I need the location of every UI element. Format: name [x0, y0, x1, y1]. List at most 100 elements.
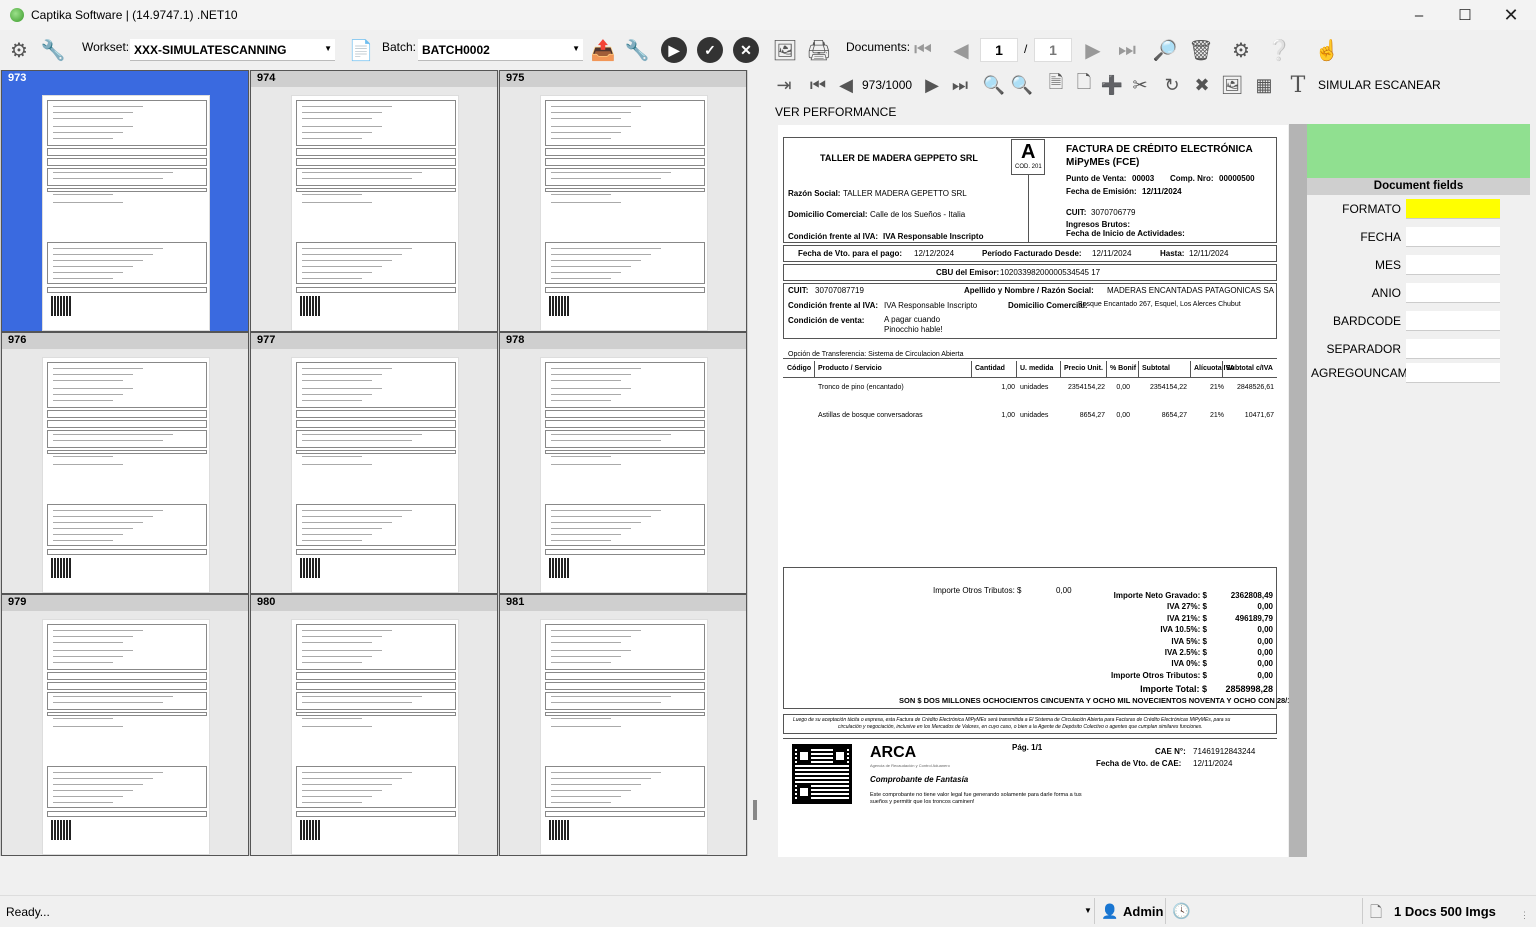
cut-icon[interactable]: ✂ — [1128, 72, 1152, 98]
ver-performance-link[interactable]: VER PERFORMANCE — [775, 105, 896, 119]
field-input-fecha[interactable] — [1406, 227, 1500, 247]
simular-escanear-button[interactable]: SIMULAR ESCANEAR — [1318, 78, 1441, 92]
emision-value: 12/11/2024 — [1142, 187, 1182, 196]
splitter-handle[interactable] — [753, 800, 757, 820]
status-dropdown-icon[interactable]: ▼ — [1084, 906, 1092, 915]
field-input-agregouncam[interactable] — [1406, 363, 1500, 383]
pv-label: Punto de Venta: — [1066, 174, 1127, 183]
workset-select[interactable]: XXX-SIMULATESCANNING ▼ — [130, 39, 335, 61]
minimize-button[interactable]: – — [1396, 0, 1442, 30]
field-input-bardcode[interactable] — [1406, 311, 1500, 331]
settings-gears-icon[interactable]: ⚙ — [4, 36, 34, 64]
cli-venta-label: Condición de venta: — [788, 316, 865, 325]
scan-settings-icon[interactable]: 🖨 — [804, 36, 834, 64]
thumbnail-tile[interactable]: 978 — [499, 332, 747, 594]
remove-page-icon[interactable]: ✖ — [1190, 72, 1214, 98]
cae-vto-value: 12/11/2024 — [1193, 759, 1233, 768]
text-icon[interactable]: T — [1286, 72, 1310, 98]
maximize-button[interactable]: ☐ — [1442, 0, 1488, 30]
main-toolbar: ⚙ 🔧 Workset: XXX-SIMULATESCANNING ▼ 📄 Bat… — [0, 30, 1536, 70]
user-panel[interactable]: 👤 Admin — [1094, 898, 1163, 924]
field-input-separador[interactable] — [1406, 339, 1500, 359]
note-2: sueños y permitir que los troncos camine… — [870, 799, 975, 805]
batch-docs-icon[interactable]: 📄 — [346, 36, 376, 64]
page-counter: 973/1000 — [862, 78, 913, 92]
doc-total: 1 — [1034, 38, 1072, 62]
cae-vto-label: Fecha de Vto. de CAE: — [1096, 759, 1182, 768]
add-page-icon[interactable]: ➕ — [1100, 72, 1124, 98]
thumbnail-tile[interactable]: 976 — [1, 332, 249, 594]
resize-grip-icon[interactable]: ⋮ — [1520, 910, 1529, 921]
table-col-divider — [1222, 361, 1223, 377]
help-settings-icon[interactable]: ⚙ — [1226, 36, 1256, 64]
prev-doc-icon[interactable]: ◀ — [946, 36, 976, 64]
footer-line — [783, 738, 1277, 739]
thumbnail-number: 981 — [500, 595, 746, 611]
field-input-formato[interactable] — [1406, 199, 1500, 219]
cli-iva-value: IVA Responsable Inscripto — [884, 301, 978, 310]
next-doc-icon[interactable]: ▶ — [1078, 36, 1108, 64]
exit-view-icon[interactable]: ⇥ — [772, 72, 796, 98]
inicio-label: Fecha de Inicio de Actividades: — [1066, 229, 1185, 238]
cli-cuit-label: CUIT: — [788, 286, 809, 295]
last-doc-icon[interactable]: ⏭ — [1112, 36, 1142, 64]
status-bar: Ready... ▼ 👤 Admin 🕓 🗋 1 Docs 500 Imgs ⋮ — [0, 895, 1536, 927]
thumbnail-page-image — [291, 357, 459, 593]
invoice-cod: COD. 201 — [1015, 164, 1042, 170]
tools-icon[interactable]: 🔧 — [38, 36, 68, 64]
chevron-down-icon: ▼ — [324, 44, 332, 53]
cancel-icon[interactable]: ✕ — [733, 37, 759, 63]
thumbnail-tile[interactable]: 975 — [499, 70, 747, 332]
thumbnail-tile[interactable]: 974 — [250, 70, 498, 332]
docs-count: 1 Docs 500 Imgs — [1394, 904, 1496, 919]
image-settings-icon[interactable]: 🖼 — [770, 36, 800, 64]
prev-page-icon[interactable]: ◀ — [834, 72, 858, 98]
field-input-mes[interactable] — [1406, 255, 1500, 275]
zoom-in-icon[interactable]: 🔍 — [982, 72, 1006, 98]
table-cell: 21% — [1210, 412, 1225, 419]
export-batch-icon[interactable]: 📤 — [588, 36, 618, 64]
close-window-button[interactable]: ✕ — [1488, 0, 1534, 30]
field-input-anio[interactable] — [1406, 283, 1500, 303]
total-value: 2362808,49 — [1230, 591, 1273, 600]
thumbnail-tile[interactable]: 980 — [250, 594, 498, 856]
first-page-icon[interactable]: ⏮ — [806, 72, 830, 98]
history-panel[interactable]: 🕓 — [1165, 898, 1363, 924]
thumbnail-number: 973 — [2, 71, 248, 87]
thumbnail-tile[interactable]: 981 — [499, 594, 747, 856]
delete-doc-icon[interactable]: 🗑 — [1186, 36, 1216, 64]
calculator-icon[interactable]: ▦ — [1252, 72, 1276, 98]
workset-value: XXX-SIMULATESCANNING — [134, 43, 287, 57]
touch-icon[interactable]: ☝ — [1312, 36, 1342, 64]
doc-current-input[interactable]: 1 — [980, 38, 1018, 62]
thumbnail-page-image — [540, 95, 708, 331]
son-text: SON $ DOS MILLONES OCHOCIENTOS CINCUENTA… — [899, 696, 1300, 705]
otros-trib-label: Importe Otros Tributos: $ — [933, 586, 1022, 595]
total-label: Importe Total: $ — [1140, 684, 1207, 695]
page-icon[interactable]: 🗎 — [1044, 72, 1068, 98]
batch-select[interactable]: BATCH0002 ▼ — [418, 39, 583, 61]
search-doc-icon[interactable]: 🔎 — [1150, 36, 1180, 64]
field-label-bardcode: BARDCODE — [1332, 314, 1401, 328]
check-icon[interactable]: ✓ — [697, 37, 723, 63]
add-image-icon[interactable]: 🖼 — [1220, 72, 1244, 98]
last-page-icon[interactable]: ⏭ — [948, 72, 972, 98]
status-text: Ready... — [6, 905, 50, 919]
cuit-label: CUIT: — [1066, 208, 1087, 217]
first-doc-icon[interactable]: ⏮ — [908, 36, 938, 64]
thumbnail-tile[interactable]: 973 — [1, 70, 249, 332]
refresh-page-icon[interactable]: ↻ — [1160, 72, 1184, 98]
help-icon[interactable]: ❔ — [1264, 36, 1294, 64]
next-page-icon[interactable]: ▶ — [920, 72, 944, 98]
thumbnail-number: 977 — [251, 333, 497, 349]
batch-tools-icon[interactable]: 🔧 — [622, 36, 652, 64]
zoom-out-icon[interactable]: 🔍 — [1010, 72, 1034, 98]
thumbnail-tile[interactable]: 979 — [1, 594, 249, 856]
pages-icon[interactable]: 🗋 — [1072, 72, 1096, 98]
opcion-transferencia: Opción de Transferencia: Sistema de Circ… — [788, 351, 964, 358]
viewer-scrollbar[interactable] — [1289, 124, 1307, 857]
total-value: 0,00 — [1257, 648, 1273, 657]
play-icon[interactable]: ▶ — [661, 37, 687, 63]
batch-value: BATCH0002 — [422, 43, 490, 57]
thumbnail-tile[interactable]: 977 — [250, 332, 498, 594]
